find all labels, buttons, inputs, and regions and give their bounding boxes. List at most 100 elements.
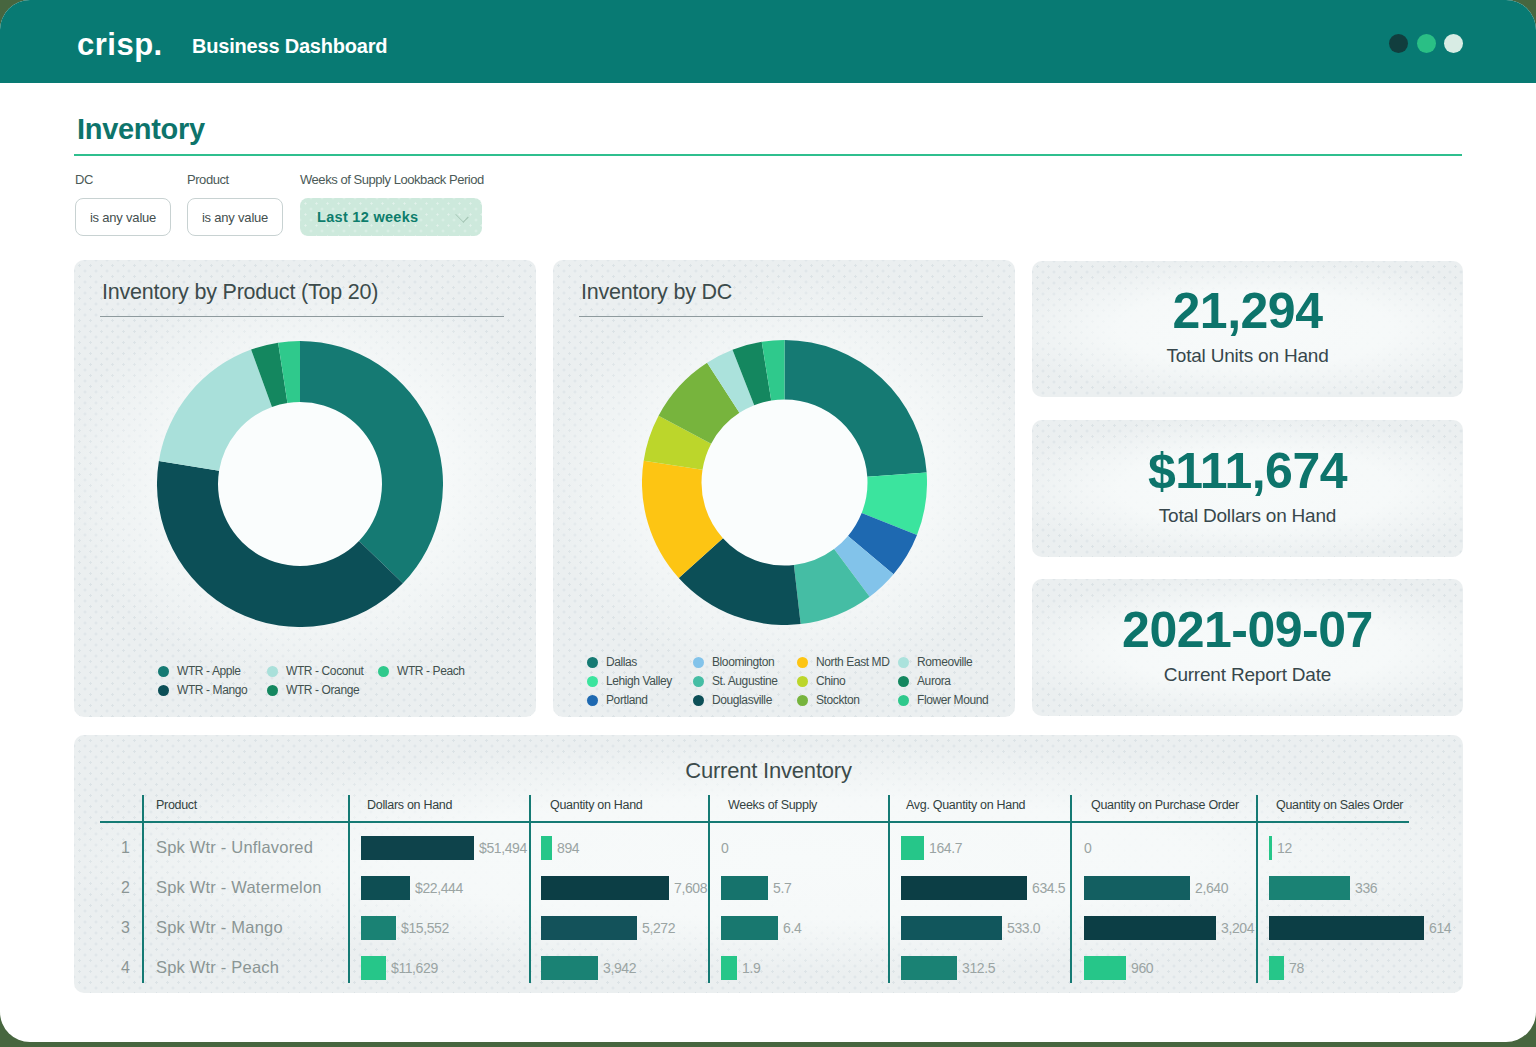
legend-dot: [898, 676, 909, 687]
value-label: 1.9: [742, 960, 760, 976]
legend-item[interactable]: WTR - Peach: [378, 664, 465, 678]
value-label: $22,444: [415, 880, 463, 896]
product-name[interactable]: Spk Wtr - Watermelon: [156, 878, 322, 897]
value-label: $15,552: [401, 920, 449, 936]
value-bar[interactable]: [1084, 916, 1216, 940]
legend-dot: [797, 657, 808, 668]
column-header[interactable]: Product: [156, 798, 197, 812]
value-label: 614: [1429, 920, 1451, 936]
value-label: 7,608: [674, 880, 707, 896]
value-label: 2,640: [1195, 880, 1228, 896]
value-label: 3,942: [603, 960, 636, 976]
value-label: 78: [1289, 960, 1304, 976]
dc-filter-input[interactable]: is any value: [75, 198, 171, 236]
lookback-select[interactable]: Last 12 weeks: [300, 198, 482, 236]
kpi-total-units-value: 21,294: [1032, 282, 1463, 340]
legend-label: Flower Mound: [917, 693, 988, 707]
value-label: $51,494: [479, 840, 527, 856]
dc-chart-title: Inventory by DC: [581, 280, 732, 305]
product-name[interactable]: Spk Wtr - Unflavored: [156, 838, 313, 857]
kpi-total-units-label: Total Units on Hand: [1032, 345, 1463, 367]
value-bar[interactable]: [1269, 956, 1284, 980]
value-bar[interactable]: [541, 916, 637, 940]
legend-item[interactable]: Portland: [587, 693, 648, 707]
column-header[interactable]: Dollars on Hand: [367, 798, 452, 812]
column-header[interactable]: Weeks of Supply: [728, 798, 817, 812]
inventory-by-dc-panel: Inventory by DC Dallas Bloomington North E…: [553, 260, 1015, 717]
legend-item[interactable]: WTR - Apple: [158, 664, 241, 678]
column-separator: [888, 795, 890, 983]
donut-hole: [218, 402, 382, 566]
value-bar[interactable]: [901, 876, 1027, 900]
window-dot-dark: [1389, 34, 1408, 53]
value-bar[interactable]: [1084, 956, 1126, 980]
legend-item[interactable]: Stockton: [797, 693, 860, 707]
legend-item[interactable]: Flower Mound: [898, 693, 988, 707]
value-bar[interactable]: [901, 956, 957, 980]
legend-item[interactable]: Lehigh Valley: [587, 674, 672, 688]
value-label: 5.7: [773, 880, 791, 896]
row-number: 3: [100, 919, 130, 937]
value-bar[interactable]: [541, 956, 598, 980]
product-filter-input[interactable]: is any value: [187, 198, 283, 236]
dc-donut-chart[interactable]: [642, 340, 927, 625]
legend-item[interactable]: Romeoville: [898, 655, 972, 669]
legend-dot: [797, 676, 808, 687]
column-header[interactable]: Quantity on Sales Order: [1276, 798, 1403, 812]
kpi-total-units: 21,294 Total Units on Hand: [1032, 261, 1463, 397]
legend-item[interactable]: North East MD: [797, 655, 890, 669]
value-bar[interactable]: [1269, 876, 1350, 900]
product-chart-rule: [100, 316, 504, 317]
legend-item[interactable]: Aurora: [898, 674, 951, 688]
value-bar[interactable]: [721, 876, 768, 900]
value-bar[interactable]: [721, 916, 778, 940]
value-label: $11,629: [391, 960, 438, 976]
legend-dot: [898, 695, 909, 706]
legend-item[interactable]: Bloomington: [693, 655, 774, 669]
dc-filter-label: DC: [75, 172, 93, 187]
legend-dot: [267, 685, 278, 696]
value-bar[interactable]: [541, 836, 552, 860]
legend-item[interactable]: WTR - Coconut: [267, 664, 363, 678]
kpi-report-date: 2021-09-07 Current Report Date: [1032, 579, 1463, 716]
value-bar[interactable]: [1269, 916, 1424, 940]
value-bar[interactable]: [901, 916, 1002, 940]
legend-label: St. Augustine: [712, 674, 778, 688]
legend-item[interactable]: St. Augustine: [693, 674, 778, 688]
chevron-down-icon: [457, 211, 467, 221]
legend-item[interactable]: Chino: [797, 674, 845, 688]
product-name[interactable]: Spk Wtr - Peach: [156, 958, 279, 977]
legend-item[interactable]: Douglasville: [693, 693, 772, 707]
value-bar[interactable]: [361, 836, 474, 860]
product-name[interactable]: Spk Wtr - Mango: [156, 918, 283, 937]
top-bar: crisp. Business Dashboard: [0, 0, 1536, 83]
legend-item[interactable]: Dallas: [587, 655, 637, 669]
legend-label: Portland: [606, 693, 648, 707]
kpi-total-dollars-value: $111,674: [1032, 442, 1463, 500]
value-bar[interactable]: [1269, 836, 1272, 860]
legend-label: Aurora: [917, 674, 951, 688]
value-bar[interactable]: [361, 916, 396, 940]
value-label: 312.5: [962, 960, 995, 976]
value-bar[interactable]: [361, 956, 386, 980]
kpi-total-dollars: $111,674 Total Dollars on Hand: [1032, 420, 1463, 557]
legend-item[interactable]: WTR - Orange: [267, 683, 359, 697]
product-donut-chart[interactable]: [157, 341, 443, 627]
legend-item[interactable]: WTR - Mango: [158, 683, 247, 697]
value-bar[interactable]: [901, 836, 924, 860]
legend-label: Stockton: [816, 693, 860, 707]
window-dots: [1389, 34, 1463, 53]
value-label: 6.4: [783, 920, 801, 936]
legend-dot: [797, 695, 808, 706]
lookback-filter-label: Weeks of Supply Lookback Period: [300, 172, 484, 187]
column-header[interactable]: Quantity on Hand: [550, 798, 642, 812]
legend-label: Bloomington: [712, 655, 774, 669]
lookback-value: Last 12 weeks: [317, 209, 418, 225]
value-bar[interactable]: [721, 956, 737, 980]
column-header[interactable]: Avg. Quantity on Hand: [906, 798, 1025, 812]
value-bar[interactable]: [1084, 876, 1190, 900]
column-header[interactable]: Quantity on Purchase Order: [1091, 798, 1239, 812]
value-label: 634.5: [1032, 880, 1065, 896]
value-bar[interactable]: [541, 876, 669, 900]
value-bar[interactable]: [361, 876, 410, 900]
